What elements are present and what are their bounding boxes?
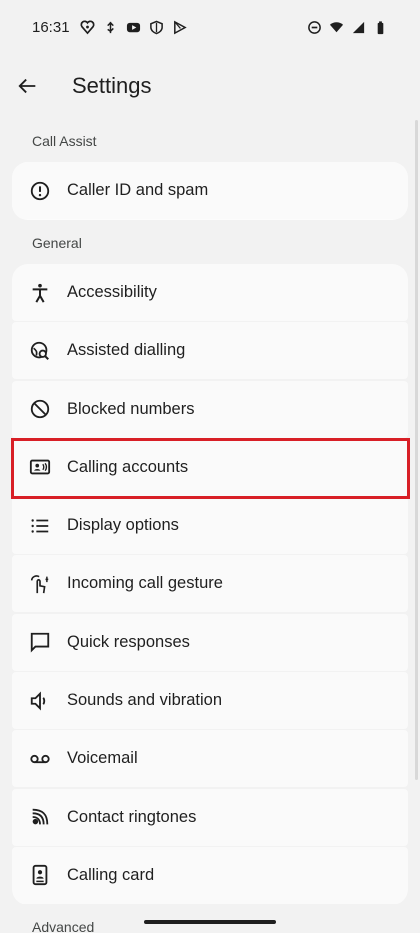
settings-item-label: Accessibility (67, 283, 157, 301)
settings-item-label: Sounds and vibration (67, 691, 223, 710)
back-button[interactable] (0, 60, 56, 112)
play-store-icon (173, 20, 187, 34)
status-time: 16:31 (32, 18, 70, 36)
general-card: Accessibility Assisted dialling Blocked … (12, 264, 408, 906)
settings-item-label: Caller ID and spam (67, 181, 209, 199)
signal-icon (352, 21, 365, 33)
settings-item-label: Voicemail (67, 749, 138, 768)
app-bar: Settings (0, 60, 420, 112)
list-icon (31, 518, 49, 533)
section-header-advanced: Advanced (32, 919, 95, 933)
settings-item-calling-card[interactable]: Calling card (12, 846, 408, 904)
ringtone-icon (32, 808, 49, 825)
chat-icon (30, 633, 50, 653)
settings-item-sounds-vibration[interactable]: Sounds and vibration (12, 672, 408, 730)
settings-item-assisted-dialling[interactable]: Assisted dialling (12, 322, 408, 380)
settings-item-display-options[interactable]: Display options (12, 497, 408, 555)
voicemail-icon (30, 754, 50, 763)
accessibility-icon (32, 283, 48, 303)
settings-item-caller-id[interactable]: Caller ID and spam (12, 162, 408, 219)
settings-item-blocked-numbers[interactable]: Blocked numbers (12, 380, 408, 438)
settings-item-label: Incoming call gesture (67, 574, 223, 593)
heart-shield-icon (80, 19, 95, 34)
settings-item-incoming-call-gesture[interactable]: Incoming call gesture (12, 555, 408, 613)
shield-icon (149, 20, 163, 34)
scrollbar[interactable] (415, 120, 418, 780)
settings-item-contact-ringtones[interactable]: Contact ringtones (12, 788, 408, 846)
section-header-general: General (32, 235, 82, 251)
usb-icon (106, 21, 114, 33)
block-icon (30, 399, 50, 419)
settings-item-label: Calling accounts (67, 457, 189, 476)
settings-item-label: Display options (67, 516, 179, 535)
settings-item-label: Blocked numbers (67, 399, 195, 418)
wifi-icon (329, 21, 344, 32)
alert-circle-icon (30, 181, 50, 200)
dnd-icon (308, 20, 321, 34)
settings-item-label: Calling card (67, 865, 155, 884)
page-title: Settings (72, 73, 152, 98)
volume-icon (30, 691, 46, 711)
settings-item-voicemail[interactable]: Voicemail (12, 730, 408, 788)
gesture-icon (30, 575, 49, 594)
globe-search-icon (30, 341, 49, 360)
calling-card-icon (32, 865, 48, 886)
settings-item-calling-accounts[interactable]: Calling accounts (12, 438, 408, 496)
settings-item-accessibility[interactable]: Accessibility (12, 264, 408, 321)
settings-item-label: Assisted dialling (67, 341, 186, 360)
contact-card-icon (29, 460, 51, 475)
call-assist-card: Caller ID and spam (12, 162, 408, 221)
youtube-icon (126, 22, 140, 32)
status-bar: 16:31 (0, 0, 420, 54)
settings-item-quick-responses[interactable]: Quick responses (12, 613, 408, 671)
arrow-back-icon (18, 78, 36, 94)
gesture-nav-handle[interactable] (144, 920, 276, 924)
section-header-call-assist: Call Assist (32, 133, 97, 149)
settings-item-label: Quick responses (67, 632, 190, 651)
battery-icon (377, 20, 384, 34)
settings-item-label: Contact ringtones (67, 807, 197, 826)
